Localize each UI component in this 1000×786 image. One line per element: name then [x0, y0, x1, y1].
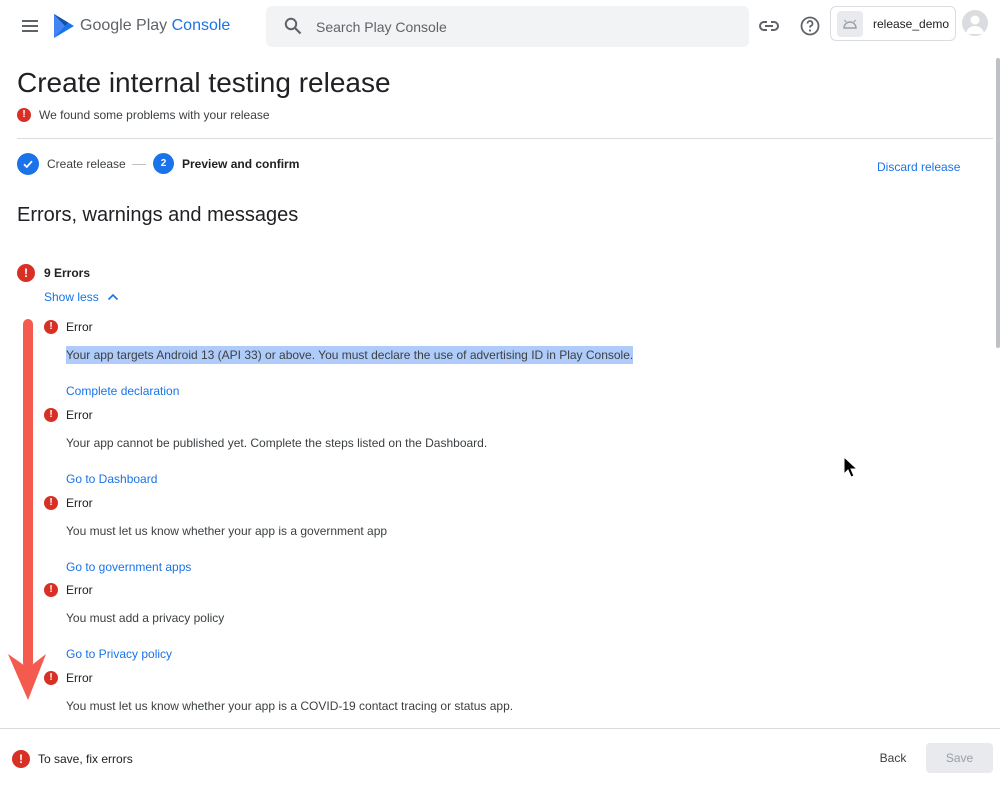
page-title: Create internal testing release: [17, 67, 391, 98]
error-icon: !: [17, 108, 31, 122]
error-label: Error: [66, 496, 93, 510]
error-header: ! Error: [44, 320, 944, 334]
go-to-government-apps-link[interactable]: Go to government apps: [66, 560, 191, 574]
error-message: You must add a privacy policy: [66, 611, 225, 625]
search-bar[interactable]: [266, 6, 749, 47]
discard-release-button[interactable]: Discard release: [877, 160, 960, 174]
section-title: Errors, warnings and messages: [17, 204, 299, 226]
brand-console: Console: [171, 17, 231, 34]
annotation-arrow-icon: [8, 319, 46, 700]
error-label: Error: [66, 671, 93, 685]
show-less-button[interactable]: Show less: [44, 290, 119, 304]
show-less-label: Show less: [44, 290, 99, 304]
footer-bar: ! To save, fix errors Back Save: [0, 728, 1000, 786]
play-logo-icon[interactable]: [52, 13, 76, 39]
help-icon[interactable]: [798, 14, 822, 38]
app-selector[interactable]: release_demo: [830, 6, 956, 41]
step-preview-confirm: 2 Preview and confirm: [153, 153, 299, 174]
error-item: ! Error You must let us know whether you…: [44, 496, 944, 574]
avatar-icon[interactable]: [962, 10, 988, 36]
error-message: You must let us know whether your app is…: [66, 524, 388, 538]
link-icon[interactable]: [757, 14, 781, 38]
error-label: Error: [66, 408, 93, 422]
step2-number: 2: [153, 153, 174, 174]
step1-label: Create release: [47, 157, 126, 171]
error-message: You must let us know whether your app is…: [66, 699, 514, 713]
error-item: ! Error Your app cannot be published yet…: [44, 408, 944, 486]
brand-google: Google Play: [80, 17, 168, 34]
error-icon: !: [12, 750, 30, 768]
error-message: Your app cannot be published yet. Comple…: [66, 436, 488, 450]
error-icon: !: [44, 583, 58, 597]
error-icon: !: [44, 408, 58, 422]
top-app-bar: Google Play Console release_demo: [0, 0, 1000, 52]
complete-declaration-link[interactable]: Complete declaration: [66, 384, 179, 398]
error-header: ! Error: [44, 671, 944, 685]
go-to-privacy-policy-link[interactable]: Go to Privacy policy: [66, 647, 172, 661]
check-icon: [17, 153, 39, 175]
error-label: Error: [66, 320, 93, 334]
chevron-up-icon: [107, 293, 118, 301]
error-icon: !: [44, 496, 58, 510]
footer-message: To save, fix errors: [38, 752, 133, 766]
brand-title[interactable]: Google Play Console: [80, 17, 230, 35]
error-header: ! Error: [44, 583, 944, 597]
search-input[interactable]: [316, 6, 736, 47]
problem-notice: ! We found some problems with your relea…: [17, 108, 270, 122]
error-count: 9 Errors: [44, 266, 91, 280]
cursor-icon: [843, 456, 859, 478]
app-name: release_demo: [873, 17, 950, 31]
error-item: ! Error You must add a privacy policy Go…: [44, 583, 944, 661]
error-icon: !: [17, 264, 35, 282]
error-item: ! Error Your app targets Android 13 (API…: [44, 320, 944, 398]
step-connector: [132, 164, 146, 165]
go-to-dashboard-link[interactable]: Go to Dashboard: [66, 472, 157, 486]
error-header: ! Error: [44, 496, 944, 510]
error-icon: !: [44, 320, 58, 334]
footer-status: ! To save, fix errors: [12, 750, 133, 768]
problem-notice-text: We found some problems with your release: [39, 108, 270, 122]
error-label: Error: [66, 583, 93, 597]
search-icon: [284, 17, 302, 35]
error-item: ! Error You must let us know whether you…: [44, 671, 944, 713]
divider: [17, 138, 993, 139]
scrollbar[interactable]: [996, 58, 1000, 348]
step-create-release[interactable]: Create release: [17, 153, 126, 175]
error-message: Your app targets Android 13 (API 33) or …: [66, 346, 634, 364]
menu-icon[interactable]: [18, 14, 42, 38]
error-icon: !: [44, 671, 58, 685]
error-summary: ! 9 Errors: [17, 264, 90, 282]
error-header: ! Error: [44, 408, 944, 422]
save-button[interactable]: Save: [926, 743, 993, 773]
back-button[interactable]: Back: [866, 743, 920, 773]
step2-label: Preview and confirm: [182, 156, 300, 171]
app-icon: [837, 11, 863, 37]
